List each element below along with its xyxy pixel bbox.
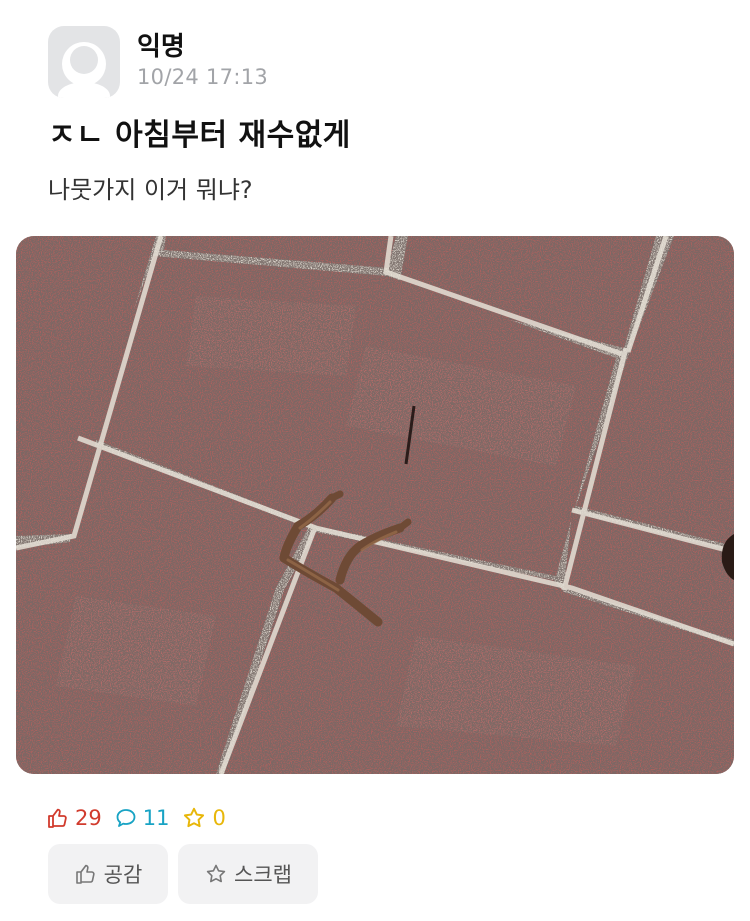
anonymous-user-icon [58, 42, 110, 98]
post-stats: 29 11 0 [46, 802, 238, 834]
scrap-button-label: 스크랩 [234, 863, 292, 887]
thumbs-up-icon [48, 808, 67, 828]
comment-bubble-icon [116, 809, 136, 827]
scrap-count: 0 [181, 805, 226, 831]
post-image[interactable] [16, 236, 734, 774]
like-count: 29 [46, 806, 102, 830]
post-title: ㅈㄴ 아침부터 재수없게 [48, 118, 351, 153]
star-icon [184, 807, 205, 828]
like-button-label: 공감 [103, 863, 143, 887]
brick-pavement-photo [16, 236, 734, 774]
avatar[interactable] [48, 26, 120, 98]
star-icon [206, 864, 226, 883]
comment-count: 11 [114, 806, 170, 830]
scrap-button[interactable]: 스크랩 [178, 844, 318, 904]
post-timestamp: 10/24 17:13 [137, 65, 269, 89]
like-button[interactable]: 공감 [48, 844, 168, 904]
comment-count-value: 11 [142, 806, 170, 830]
scrap-count-value: 0 [212, 806, 226, 830]
post-body: 나뭇가지 이거 뭐냐? [48, 176, 253, 204]
post-actions: 공감 스크랩 [48, 844, 328, 904]
like-count-value: 29 [75, 806, 102, 830]
thumbs-up-icon [75, 864, 95, 884]
author-name: 익명 [137, 32, 185, 62]
